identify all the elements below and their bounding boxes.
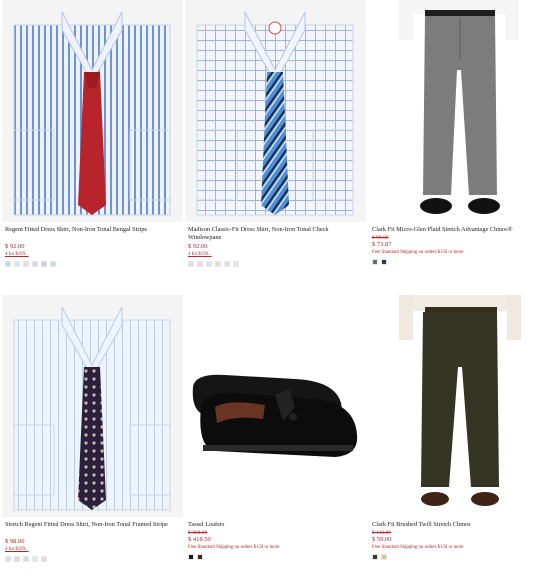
color-swatch[interactable] (188, 554, 194, 560)
color-swatch[interactable] (23, 261, 29, 267)
product-image[interactable] (369, 0, 550, 222)
product-card[interactable]: Clark Fit Micro-Glen Plaid Stretch Advan… (369, 0, 550, 265)
color-swatch[interactable] (23, 556, 29, 562)
color-swatch[interactable] (372, 554, 378, 560)
product-name[interactable]: Madison Classic-Fit Dress Shirt, Non-Iro… (188, 226, 363, 242)
color-swatch[interactable] (372, 259, 378, 265)
product-card[interactable]: Tassel Loafers $ 368.00 $ 418.50 Free St… (185, 295, 366, 560)
grey-chino-pants-icon (399, 0, 519, 214)
color-swatch[interactable] (32, 261, 38, 267)
product-image[interactable] (369, 295, 550, 517)
color-swatch[interactable] (5, 261, 11, 267)
color-swatch[interactable] (381, 259, 387, 265)
product-name[interactable]: Clark Fit Brushed Twill Stretch Chinos (372, 521, 547, 530)
promo-link[interactable]: 4 for $199... (188, 252, 363, 257)
product-name[interactable]: Tassel Loafers (188, 521, 363, 530)
color-swatches (5, 261, 180, 267)
color-swatches (372, 554, 547, 560)
color-swatches (5, 556, 180, 562)
product-name[interactable]: Clark Fit Micro-Glen Plaid Stretch Advan… (372, 226, 547, 235)
product-name[interactable]: Regent Fitted Dress Shirt, Non-Iron Tona… (5, 226, 180, 242)
product-name[interactable]: Stretch Regent Fitted Dress Shirt, Non-I… (5, 521, 180, 537)
shipping-promo: Free Standard Shipping on orders $150 or… (372, 250, 464, 255)
sale-price: $ 73.87 (372, 241, 392, 248)
product-price: $ 98.00 (5, 538, 25, 545)
color-swatch[interactable] (50, 261, 56, 267)
product-price: $ 92.00 (188, 243, 208, 250)
promo-link[interactable]: 4 for $199... (5, 252, 180, 257)
color-swatches (188, 554, 363, 560)
color-swatch[interactable] (224, 261, 230, 267)
shipping-promo: Free Standard Shipping on orders $150 or… (372, 545, 464, 550)
product-price: $ 92.00 (5, 243, 25, 250)
check-dress-shirt-icon (196, 11, 354, 216)
color-swatch[interactable] (32, 556, 38, 562)
color-swatches (372, 259, 547, 265)
sale-price: $ 418.50 (188, 536, 211, 543)
color-swatches (188, 261, 363, 267)
color-swatch[interactable] (381, 554, 387, 560)
shipping-promo: Free Standard Shipping on orders $150 or… (188, 545, 280, 550)
olive-chino-pants-icon (399, 295, 521, 506)
product-card[interactable]: Stretch Regent Fitted Dress Shirt, Non-I… (2, 295, 183, 562)
tassel-loafers-icon (192, 374, 358, 457)
color-swatch[interactable] (41, 261, 47, 267)
color-swatch[interactable] (197, 554, 203, 560)
light-blue-dress-shirt-icon (13, 306, 171, 511)
color-swatch[interactable] (14, 261, 20, 267)
color-swatch[interactable] (14, 556, 20, 562)
color-swatch[interactable] (41, 556, 47, 562)
color-swatch[interactable] (215, 261, 221, 267)
color-swatch[interactable] (233, 261, 239, 267)
product-image[interactable] (2, 295, 183, 517)
sale-price: $ 59.00 (372, 536, 392, 543)
color-swatch[interactable] (206, 261, 212, 267)
product-grid: Regent Fitted Dress Shirt, Non-Iron Tona… (0, 0, 550, 576)
product-card[interactable]: Madison Classic-Fit Dress Shirt, Non-Iro… (185, 0, 366, 267)
product-card[interactable]: Clark Fit Brushed Twill Stretch Chinos $… (369, 295, 550, 560)
product-image[interactable] (2, 0, 183, 222)
product-image[interactable] (185, 295, 366, 517)
product-card[interactable]: Regent Fitted Dress Shirt, Non-Iron Tona… (2, 0, 183, 267)
striped-dress-shirt-icon (13, 11, 171, 216)
promo-link[interactable]: 4 for $199... (5, 547, 180, 552)
color-swatch[interactable] (5, 556, 11, 562)
color-swatch[interactable] (188, 261, 194, 267)
product-image[interactable] (185, 0, 366, 222)
color-swatch[interactable] (197, 261, 203, 267)
